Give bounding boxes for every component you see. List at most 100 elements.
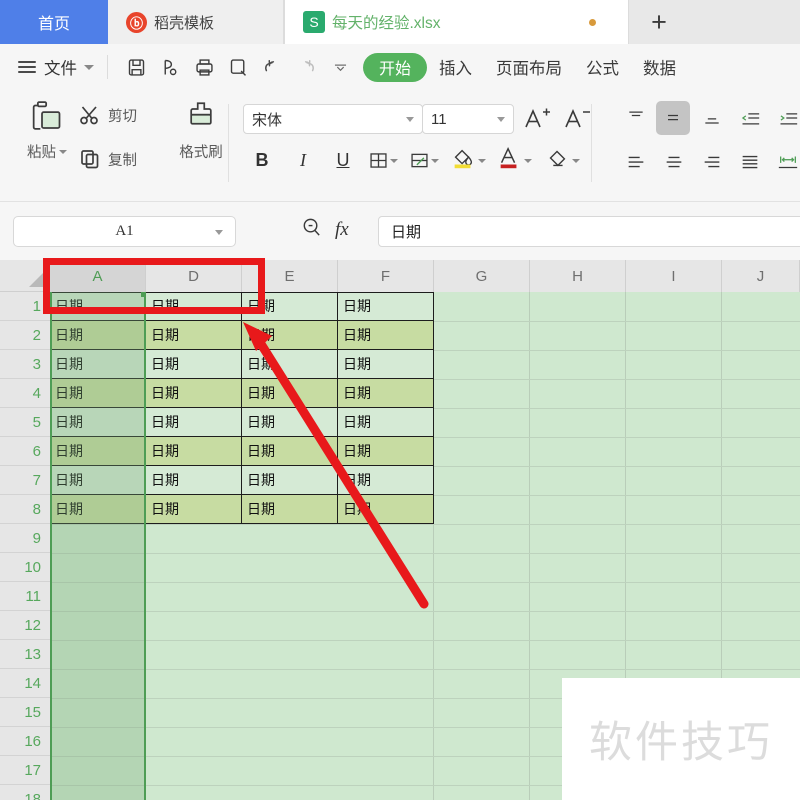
tab-workbook[interactable]: S 每天的经验.xlsx xyxy=(284,0,629,44)
row-header-14[interactable]: 14 xyxy=(0,669,50,698)
row-header-6[interactable]: 6 xyxy=(0,437,50,466)
row-header-16[interactable]: 16 xyxy=(0,727,50,756)
save-icon[interactable] xyxy=(119,52,153,82)
file-menu-label[interactable]: 文件 xyxy=(44,55,77,79)
align-bottom-icon[interactable] xyxy=(696,103,728,133)
justify-icon[interactable] xyxy=(734,147,766,177)
divider xyxy=(107,55,108,79)
fill-color-icon[interactable] xyxy=(448,143,478,173)
italic-button[interactable]: I xyxy=(288,145,318,175)
tab-home-label: 首页 xyxy=(37,16,70,33)
tab-insert[interactable]: 插入 xyxy=(427,52,484,82)
row-header-7[interactable]: 7 xyxy=(0,466,50,495)
undo-icon[interactable] xyxy=(255,52,289,82)
copy-button[interactable]: 复制 xyxy=(78,147,137,171)
eraser-icon[interactable] xyxy=(542,143,572,173)
row-header-4[interactable]: 4 xyxy=(0,379,50,408)
save-as-icon[interactable] xyxy=(153,52,187,82)
cut-button[interactable]: 剪切 xyxy=(78,103,137,127)
decrease-indent-icon[interactable] xyxy=(734,103,766,133)
column-header-h[interactable]: H xyxy=(530,260,626,292)
row-header-12[interactable]: 12 xyxy=(0,611,50,640)
gridline xyxy=(433,379,800,380)
chevron-down-icon[interactable] xyxy=(431,159,439,163)
watermark-box: 软件技巧 xyxy=(562,678,800,800)
row-header-8[interactable]: 8 xyxy=(0,495,50,524)
chevron-down-icon[interactable] xyxy=(572,159,580,163)
print-preview-icon[interactable] xyxy=(221,52,255,82)
tab-data[interactable]: 数据 xyxy=(631,52,688,82)
row-header-9[interactable]: 9 xyxy=(0,524,50,553)
row-header-5[interactable]: 5 xyxy=(0,408,50,437)
formula-tools: fx xyxy=(300,216,349,244)
chevron-down-icon[interactable] xyxy=(478,159,486,163)
row-header-13[interactable]: 13 xyxy=(0,640,50,669)
align-left-icon[interactable] xyxy=(620,147,652,177)
redo-icon xyxy=(289,52,323,82)
merge-cells-icon[interactable] xyxy=(404,145,434,175)
new-tab-button[interactable]: + xyxy=(629,0,689,44)
unsaved-indicator-dot xyxy=(589,19,596,26)
copy-label: 复制 xyxy=(108,152,137,169)
row-header-10[interactable]: 10 xyxy=(0,553,50,582)
align-center-icon[interactable] xyxy=(658,147,690,177)
format-painter-button[interactable]: 格式刷 xyxy=(168,98,234,162)
chevron-down-icon[interactable] xyxy=(390,159,398,163)
chevron-down-icon[interactable] xyxy=(524,159,532,163)
formula-input[interactable]: 日期 xyxy=(378,216,800,247)
tab-home[interactable]: 首页 xyxy=(0,0,108,44)
align-middle-icon[interactable] xyxy=(656,101,690,135)
divider xyxy=(228,104,229,182)
chevron-down-icon[interactable] xyxy=(406,116,414,122)
column-header-i[interactable]: I xyxy=(626,260,722,292)
row-header-3[interactable]: 3 xyxy=(0,350,50,379)
name-box[interactable]: A1 xyxy=(13,216,236,247)
row-header-11[interactable]: 11 xyxy=(0,582,50,611)
row-header-17[interactable]: 17 xyxy=(0,756,50,785)
formula-bar: A1 fx 日期 xyxy=(0,202,800,260)
gridline xyxy=(50,582,800,583)
font-name-select[interactable]: 宋体 xyxy=(243,104,423,134)
tab-workbook-label: 每天的经验.xlsx xyxy=(332,15,441,32)
row-header-2[interactable]: 2 xyxy=(0,321,50,350)
align-top-icon[interactable] xyxy=(620,103,652,133)
chevron-down-icon[interactable] xyxy=(215,230,223,235)
borders-icon[interactable] xyxy=(363,145,393,175)
gridline xyxy=(433,466,800,467)
tab-docer-label: 稻壳模板 xyxy=(154,14,215,32)
font-size-select[interactable]: 11 xyxy=(422,104,514,134)
wrap-text-icon[interactable] xyxy=(772,147,800,177)
divider xyxy=(591,104,592,182)
paste-button[interactable]: 粘贴 xyxy=(12,98,82,162)
align-right-icon[interactable] xyxy=(696,147,728,177)
column-header-highlight-rect xyxy=(43,258,265,314)
font-color-icon[interactable] xyxy=(494,143,524,173)
underline-button[interactable]: U xyxy=(328,145,358,175)
search-icon[interactable] xyxy=(300,216,323,244)
tab-formula[interactable]: 公式 xyxy=(574,52,631,82)
insert-function-button[interactable]: fx xyxy=(335,219,349,241)
tab-start[interactable]: 开始 xyxy=(363,52,428,82)
tab-page-layout[interactable]: 页面布局 xyxy=(484,52,574,82)
gridline xyxy=(50,553,800,554)
font-name-value: 宋体 xyxy=(252,111,283,129)
increase-indent-icon[interactable] xyxy=(772,103,800,133)
chevron-down-icon[interactable] xyxy=(84,64,94,70)
bold-button[interactable]: B xyxy=(247,145,277,175)
cut-label: 剪切 xyxy=(108,108,137,125)
increase-font-size-button[interactable] xyxy=(522,104,552,139)
gridline xyxy=(50,524,800,525)
chevron-down-icon[interactable] xyxy=(497,116,505,122)
row-header-15[interactable]: 15 xyxy=(0,698,50,727)
row-header-column: 1 2 3 4 5 6 7 8 9 10 11 12 13 14 15 16 1… xyxy=(0,292,50,800)
row-header-18[interactable]: 18 xyxy=(0,785,50,800)
tab-docer-template[interactable]: ⓑ 稻壳模板 xyxy=(108,0,284,44)
customize-quick-access-icon[interactable] xyxy=(323,52,357,82)
column-header-j[interactable]: J xyxy=(722,260,800,292)
column-header-f[interactable]: F xyxy=(338,260,434,292)
spreadsheet-file-icon: S xyxy=(303,11,325,33)
app-menu-icon[interactable] xyxy=(18,61,36,73)
column-header-g[interactable]: G xyxy=(434,260,530,292)
decrease-font-size-button[interactable] xyxy=(562,104,592,139)
print-icon[interactable] xyxy=(187,52,221,82)
